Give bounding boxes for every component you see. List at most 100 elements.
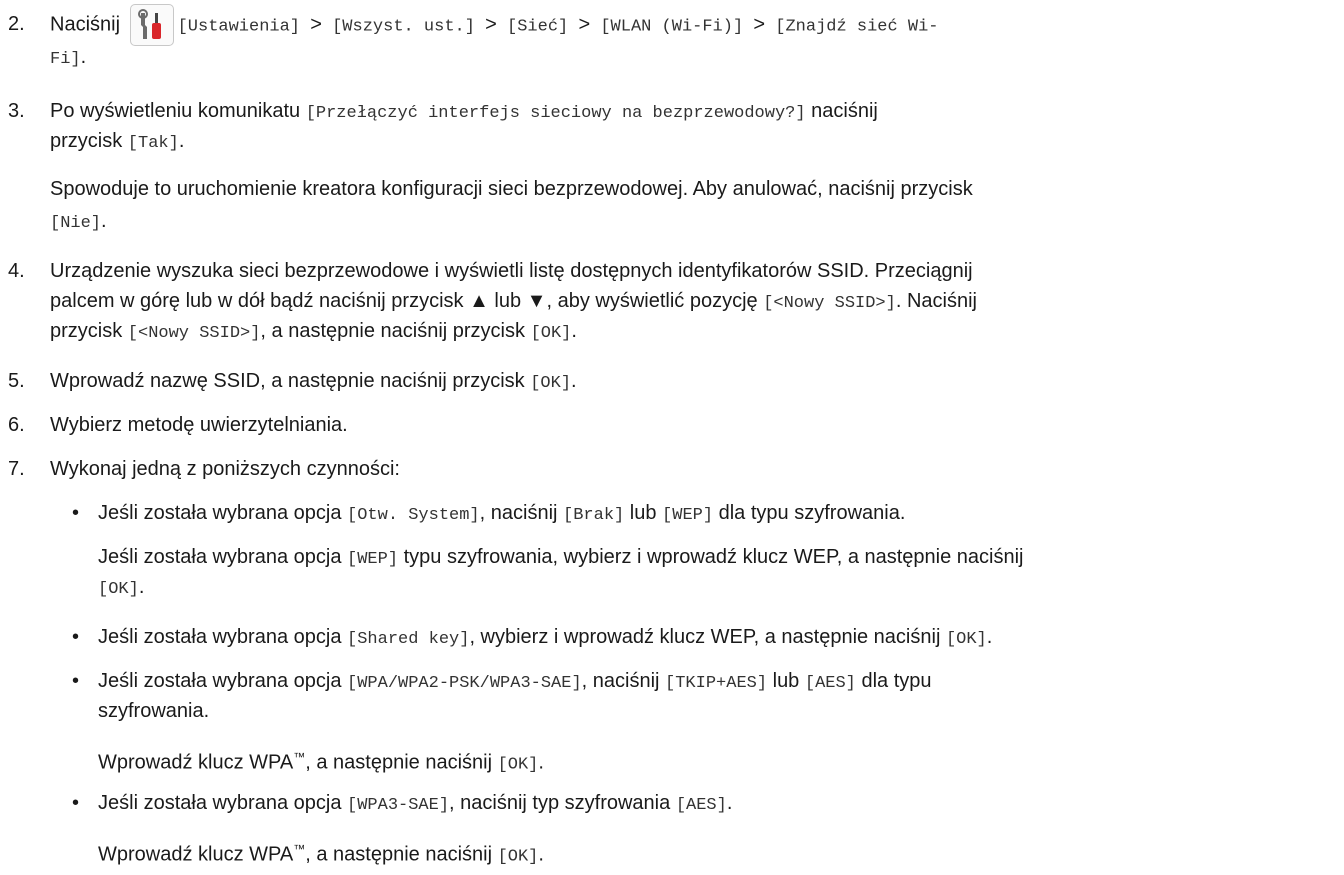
step-text: palcem w górę lub w dół bądź naciśnij pr… <box>50 290 764 312</box>
ok-option: [OK] <box>497 755 539 775</box>
trademark-symbol: ™ <box>293 750 306 764</box>
bullet-text: , naciśnij <box>581 670 666 692</box>
step-text: , a następnie naciśnij przycisk <box>260 320 531 342</box>
bullet-text: lub <box>767 670 805 692</box>
note-text: Jeśli została wybrana opcja <box>98 546 348 568</box>
period: . <box>101 210 107 232</box>
open-system-option: [Otw. System] <box>347 506 480 525</box>
step-text: . Naciśnij <box>895 290 977 312</box>
bullet-text: , wybierz i wprowadź klucz WEP, a następ… <box>469 626 946 648</box>
period: . <box>538 751 544 774</box>
bullet-text: , naciśnij typ szyfrowania <box>449 792 676 814</box>
step-3-note-cont: [Nie]. <box>50 204 107 241</box>
new-ssid-option: [<Nowy SSID>] <box>127 324 261 343</box>
bullet-marker: • <box>72 792 80 814</box>
bullet-1-note: Jeśli została wybrana opcja [WEP] typu s… <box>98 540 1024 577</box>
step-2: 2. Naciśnij [Ustawienia] > [Wszyst. ust.]… <box>8 4 1336 46</box>
menu-path-settings: [Ustawienia] <box>177 17 311 37</box>
trademark-symbol: ™ <box>293 842 306 856</box>
menu-path-network: [Sieć] <box>496 17 579 37</box>
none-option: [Brak] <box>563 506 625 525</box>
bullet-text: , naciśnij <box>479 502 564 524</box>
step-text: naciśnij <box>805 100 878 122</box>
step-4-line-3: przycisk [<Nowy SSID>], a następnie naci… <box>50 314 577 351</box>
step-7: 7. Wykonaj jedną z poniższych czynności: <box>8 452 1336 486</box>
step-5: 5. Wprowadź nazwę SSID, a następnie naciś… <box>8 364 1336 401</box>
separator: > <box>485 13 497 36</box>
ok-option: [OK] <box>497 847 539 867</box>
bullet-3-note: Wprowadź klucz WPA™, a następnie naciśni… <box>98 740 544 783</box>
aes-option: [AES] <box>675 796 727 815</box>
separator: > <box>753 13 766 36</box>
period: . <box>571 320 577 342</box>
step-number: 2. <box>8 13 25 36</box>
bullet-1: Jeśli została wybrana opcja [Otw. System… <box>98 496 905 533</box>
wep-option: [WEP] <box>347 550 399 569</box>
message-text: [Przełączyć interfejs sieciowy na bezprz… <box>305 104 806 123</box>
step-text: Wykonaj jedną z poniższych czynności: <box>50 458 400 480</box>
period: . <box>80 46 87 68</box>
step-text: Naciśnij <box>50 13 121 36</box>
step-number: 5. <box>8 370 25 392</box>
ok-option: [OK] <box>945 630 987 649</box>
step-text: Wprowadź nazwę SSID, a następnie naciśni… <box>50 370 531 392</box>
step-number: 7. <box>8 458 25 480</box>
bullet-text: Jeśli została wybrana opcja <box>98 626 348 648</box>
note-text: , a następnie naciśnij <box>305 751 498 774</box>
wep-option: [WEP] <box>662 506 714 525</box>
period: . <box>138 576 145 598</box>
bullet-marker: • <box>72 626 80 648</box>
step-text: przycisk <box>50 130 128 152</box>
step-number: 4. <box>8 260 25 282</box>
ok-option: [OK] <box>530 374 572 393</box>
note-text: Wprowadź klucz WPA <box>98 751 294 774</box>
note-text: typu szyfrowania, wybierz i wprowadź klu… <box>398 546 1024 568</box>
bullet-marker: • <box>72 502 80 524</box>
bullet-text: dla typu <box>855 670 932 692</box>
ok-option: [OK] <box>530 324 572 343</box>
step-text: Urządzenie wyszuka sieci bezprzewodowe i… <box>50 260 973 282</box>
period: . <box>538 843 544 866</box>
bullet-text: dla typu szyfrowania. <box>713 502 906 524</box>
aes-option: [AES] <box>804 674 856 693</box>
bullet-text: Jeśli została wybrana opcja <box>98 792 348 814</box>
bullet-3: Jeśli została wybrana opcja [WPA/WPA2-PS… <box>98 664 932 701</box>
menu-path-wlan: [WLAN (Wi-Fi)] <box>590 17 754 37</box>
period: . <box>726 792 733 814</box>
step-3-note: Spowoduje to uruchomienie kreatora konfi… <box>50 172 973 206</box>
step-text: Po wyświetleniu komunikatu <box>50 100 306 122</box>
shared-key-option: [Shared key] <box>347 630 470 649</box>
step-text: Wybierz metodę uwierzytelniania. <box>50 414 348 436</box>
bullet-marker: • <box>72 670 80 692</box>
step-number: 6. <box>8 414 25 436</box>
step-3: 3. Po wyświetleniu komunikatu [Przełączyć… <box>8 94 1336 131</box>
step-4: 4. Urządzenie wyszuka sieci bezprzewodowe… <box>8 254 1336 288</box>
bullet-4-note: Wprowadź klucz WPA™, a następnie naciśni… <box>98 832 544 875</box>
bullet-4: Jeśli została wybrana opcja [WPA3-SAE], … <box>98 786 732 823</box>
step-2-cont: Fi]. <box>50 40 86 77</box>
menu-path-find-network: [Znajdź sieć Wi- <box>765 17 939 37</box>
settings-tools-icon <box>129 4 174 46</box>
period: . <box>178 130 185 152</box>
bullet-text: lub <box>624 502 663 524</box>
step-number: 3. <box>8 100 25 122</box>
wpa-psk-sae-option: [WPA/WPA2-PSK/WPA3-SAE] <box>347 674 582 693</box>
bullet-2: Jeśli została wybrana opcja [Shared key]… <box>98 620 992 657</box>
tkip-aes-option: [TKIP+AES] <box>665 674 768 693</box>
step-text: przycisk <box>50 320 128 342</box>
note-text: Spowoduje to uruchomienie kreatora konfi… <box>50 178 973 200</box>
no-option: [Nie] <box>50 214 102 233</box>
separator: > <box>578 13 591 36</box>
period: . <box>571 370 577 392</box>
period: . <box>986 626 993 648</box>
note-text: , a następnie naciśnij <box>305 843 498 866</box>
yes-option: [Tak] <box>127 134 179 153</box>
step-3-cont: przycisk [Tak]. <box>50 124 184 161</box>
wpa3-sae-option: [WPA3-SAE] <box>347 796 450 815</box>
bullet-3-cont: szyfrowania. <box>98 694 209 728</box>
menu-path-find-network-end: Fi] <box>50 50 81 69</box>
bullet-text: szyfrowania. <box>98 700 210 722</box>
separator: > <box>310 13 322 36</box>
note-text: Wprowadź klucz WPA <box>98 843 294 866</box>
bullet-text: Jeśli została wybrana opcja <box>98 502 348 524</box>
